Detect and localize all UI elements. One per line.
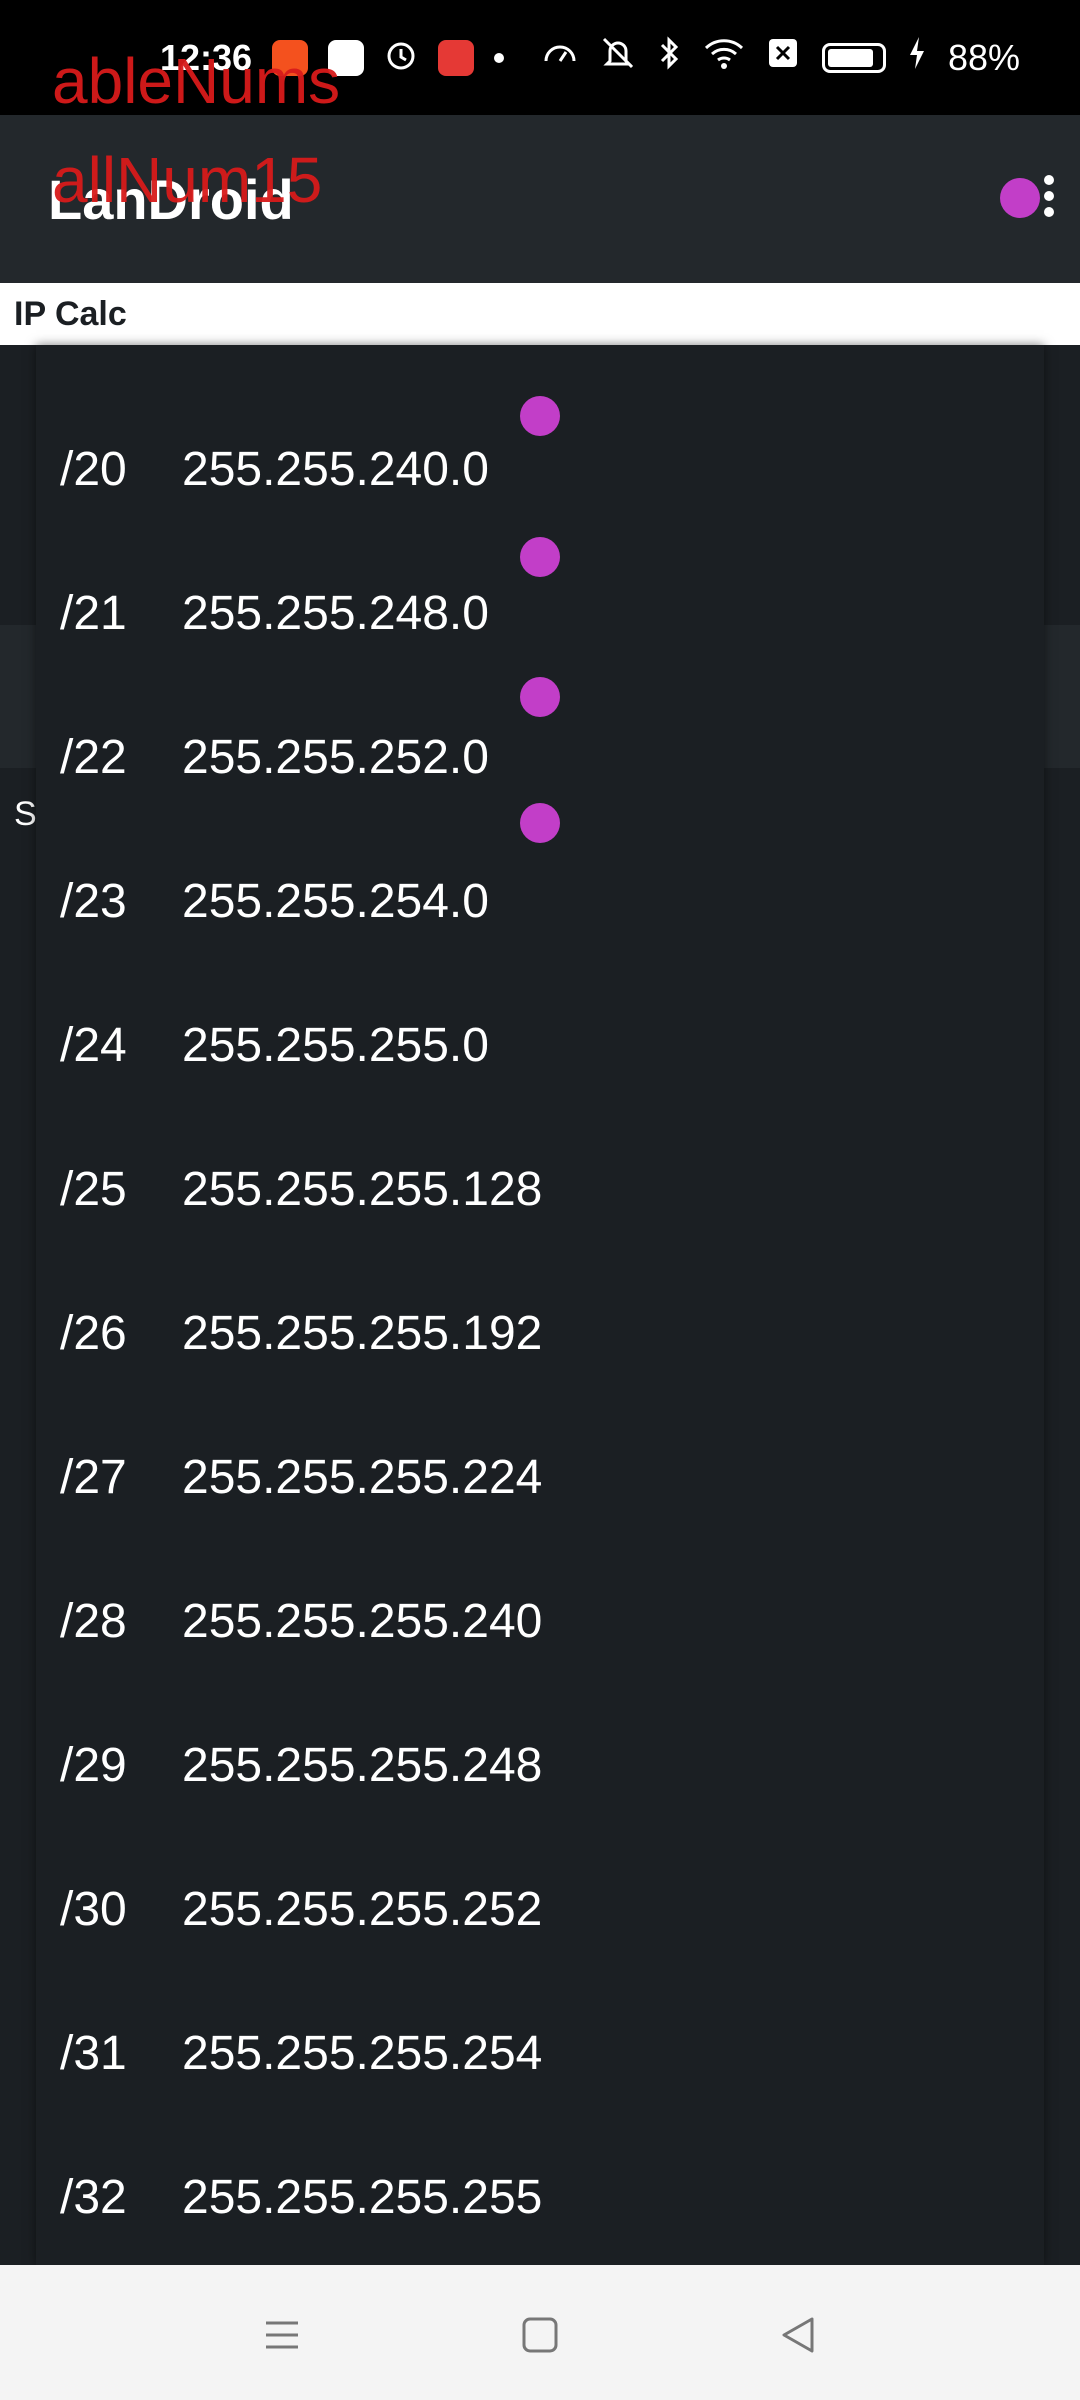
netmask-value: 255.255.255.254 [182,2026,543,2080]
app-bar: LanDroid [0,115,1080,283]
netmask-prefix: /27 [60,1450,127,1504]
netmask-value: 255.255.248.0 [182,586,489,640]
netmask-value: 255.255.255.240 [182,1594,543,1648]
netmask-option[interactable]: /31 255.255.255.254 [60,1981,542,2125]
back-icon [782,2317,814,2353]
netmask-option[interactable]: /27 255.255.255.224 [60,1405,542,1549]
netmask-prefix: /21 [60,586,127,640]
netmask-option[interactable]: /20 255.255.240.0 [60,397,489,541]
no-sim-icon [766,36,800,79]
touch-marker [520,396,560,436]
wifi-icon [704,37,744,79]
netmask-prefix: /31 [60,2026,127,2080]
more-notifications-icon [494,52,505,63]
music-notification-icon [438,39,475,76]
netmask-value: 255.255.240.0 [182,442,489,496]
netmask-option[interactable]: /28 255.255.255.240 [60,1549,542,1693]
netmask-option[interactable]: /21 255.255.248.0 [60,541,489,685]
home-icon [522,2317,558,2353]
menu-icon [266,2321,298,2349]
netmask-option[interactable]: /22 255.255.252.0 [60,685,489,829]
touch-marker [1000,178,1040,218]
touch-marker [520,677,560,717]
touch-marker [520,803,560,843]
netmask-value: 255.255.255.192 [182,1306,543,1360]
netmask-prefix: /26 [60,1306,127,1360]
bluetooth-icon [658,35,682,80]
browser-notification-icon [328,39,365,76]
home-button[interactable] [500,2295,580,2375]
netmask-value: 255.255.255.128 [182,1162,543,1216]
overflow-menu-button[interactable] [1044,175,1056,223]
touch-marker [520,537,560,577]
netmask-prefix: /25 [60,1162,127,1216]
netmask-option[interactable]: /32 255.255.255.255 [60,2125,542,2269]
back-button[interactable] [758,2295,838,2375]
battery-icon [821,42,886,73]
netmask-value: 255.255.254.0 [182,874,489,928]
netmask-value: 255.255.255.248 [182,1738,543,1792]
status-time: 12:36 [160,36,253,78]
alarm-icon [384,38,418,77]
speed-icon [542,35,578,80]
netmask-option[interactable]: /29 255.255.255.248 [60,1693,542,1837]
netmask-dropdown[interactable]: /20 255.255.240.0/21 255.255.248.0/22 255.2… [36,345,1044,2265]
netmask-option[interactable]: /24 255.255.255.0 [60,973,489,1117]
netmask-option[interactable]: /30 255.255.255.252 [60,1837,542,1981]
tab-ip-calc[interactable]: IP Calc [0,283,1080,345]
netmask-option[interactable]: /26 255.255.255.192 [60,1261,542,1405]
netmask-prefix: /32 [60,2170,127,2224]
background-label: S [14,795,37,833]
status-left: 12:36 [160,36,505,79]
netmask-value: 255.255.255.252 [182,1882,543,1936]
netmask-value: 255.255.252.0 [182,730,489,784]
netmask-option[interactable]: /25 255.255.255.128 [60,1117,542,1261]
netmask-value: 255.255.255.224 [182,1450,543,1504]
netmask-value: 255.255.255.0 [182,1018,489,1072]
navigation-bar [0,2265,1080,2400]
app-title: LanDroid [48,167,294,231]
charging-icon [908,36,926,79]
netmask-option[interactable]: /23 255.255.254.0 [60,829,489,973]
status-right: 88% [542,35,1020,80]
netmask-prefix: /30 [60,1882,127,1936]
recents-button[interactable] [242,2295,322,2375]
netmask-prefix: /24 [60,1018,127,1072]
status-bar: 12:36 88% [0,0,1080,115]
battery-percent: 88% [947,36,1020,78]
app-notification-icon [272,39,309,76]
netmask-prefix: /20 [60,442,127,496]
mute-icon [600,35,636,80]
netmask-prefix: /28 [60,1594,127,1648]
netmask-value: 255.255.255.255 [182,2170,543,2224]
netmask-prefix: /23 [60,874,127,928]
netmask-prefix: /29 [60,1738,127,1792]
netmask-prefix: /22 [60,730,127,784]
tab-label: IP Calc [14,294,127,333]
